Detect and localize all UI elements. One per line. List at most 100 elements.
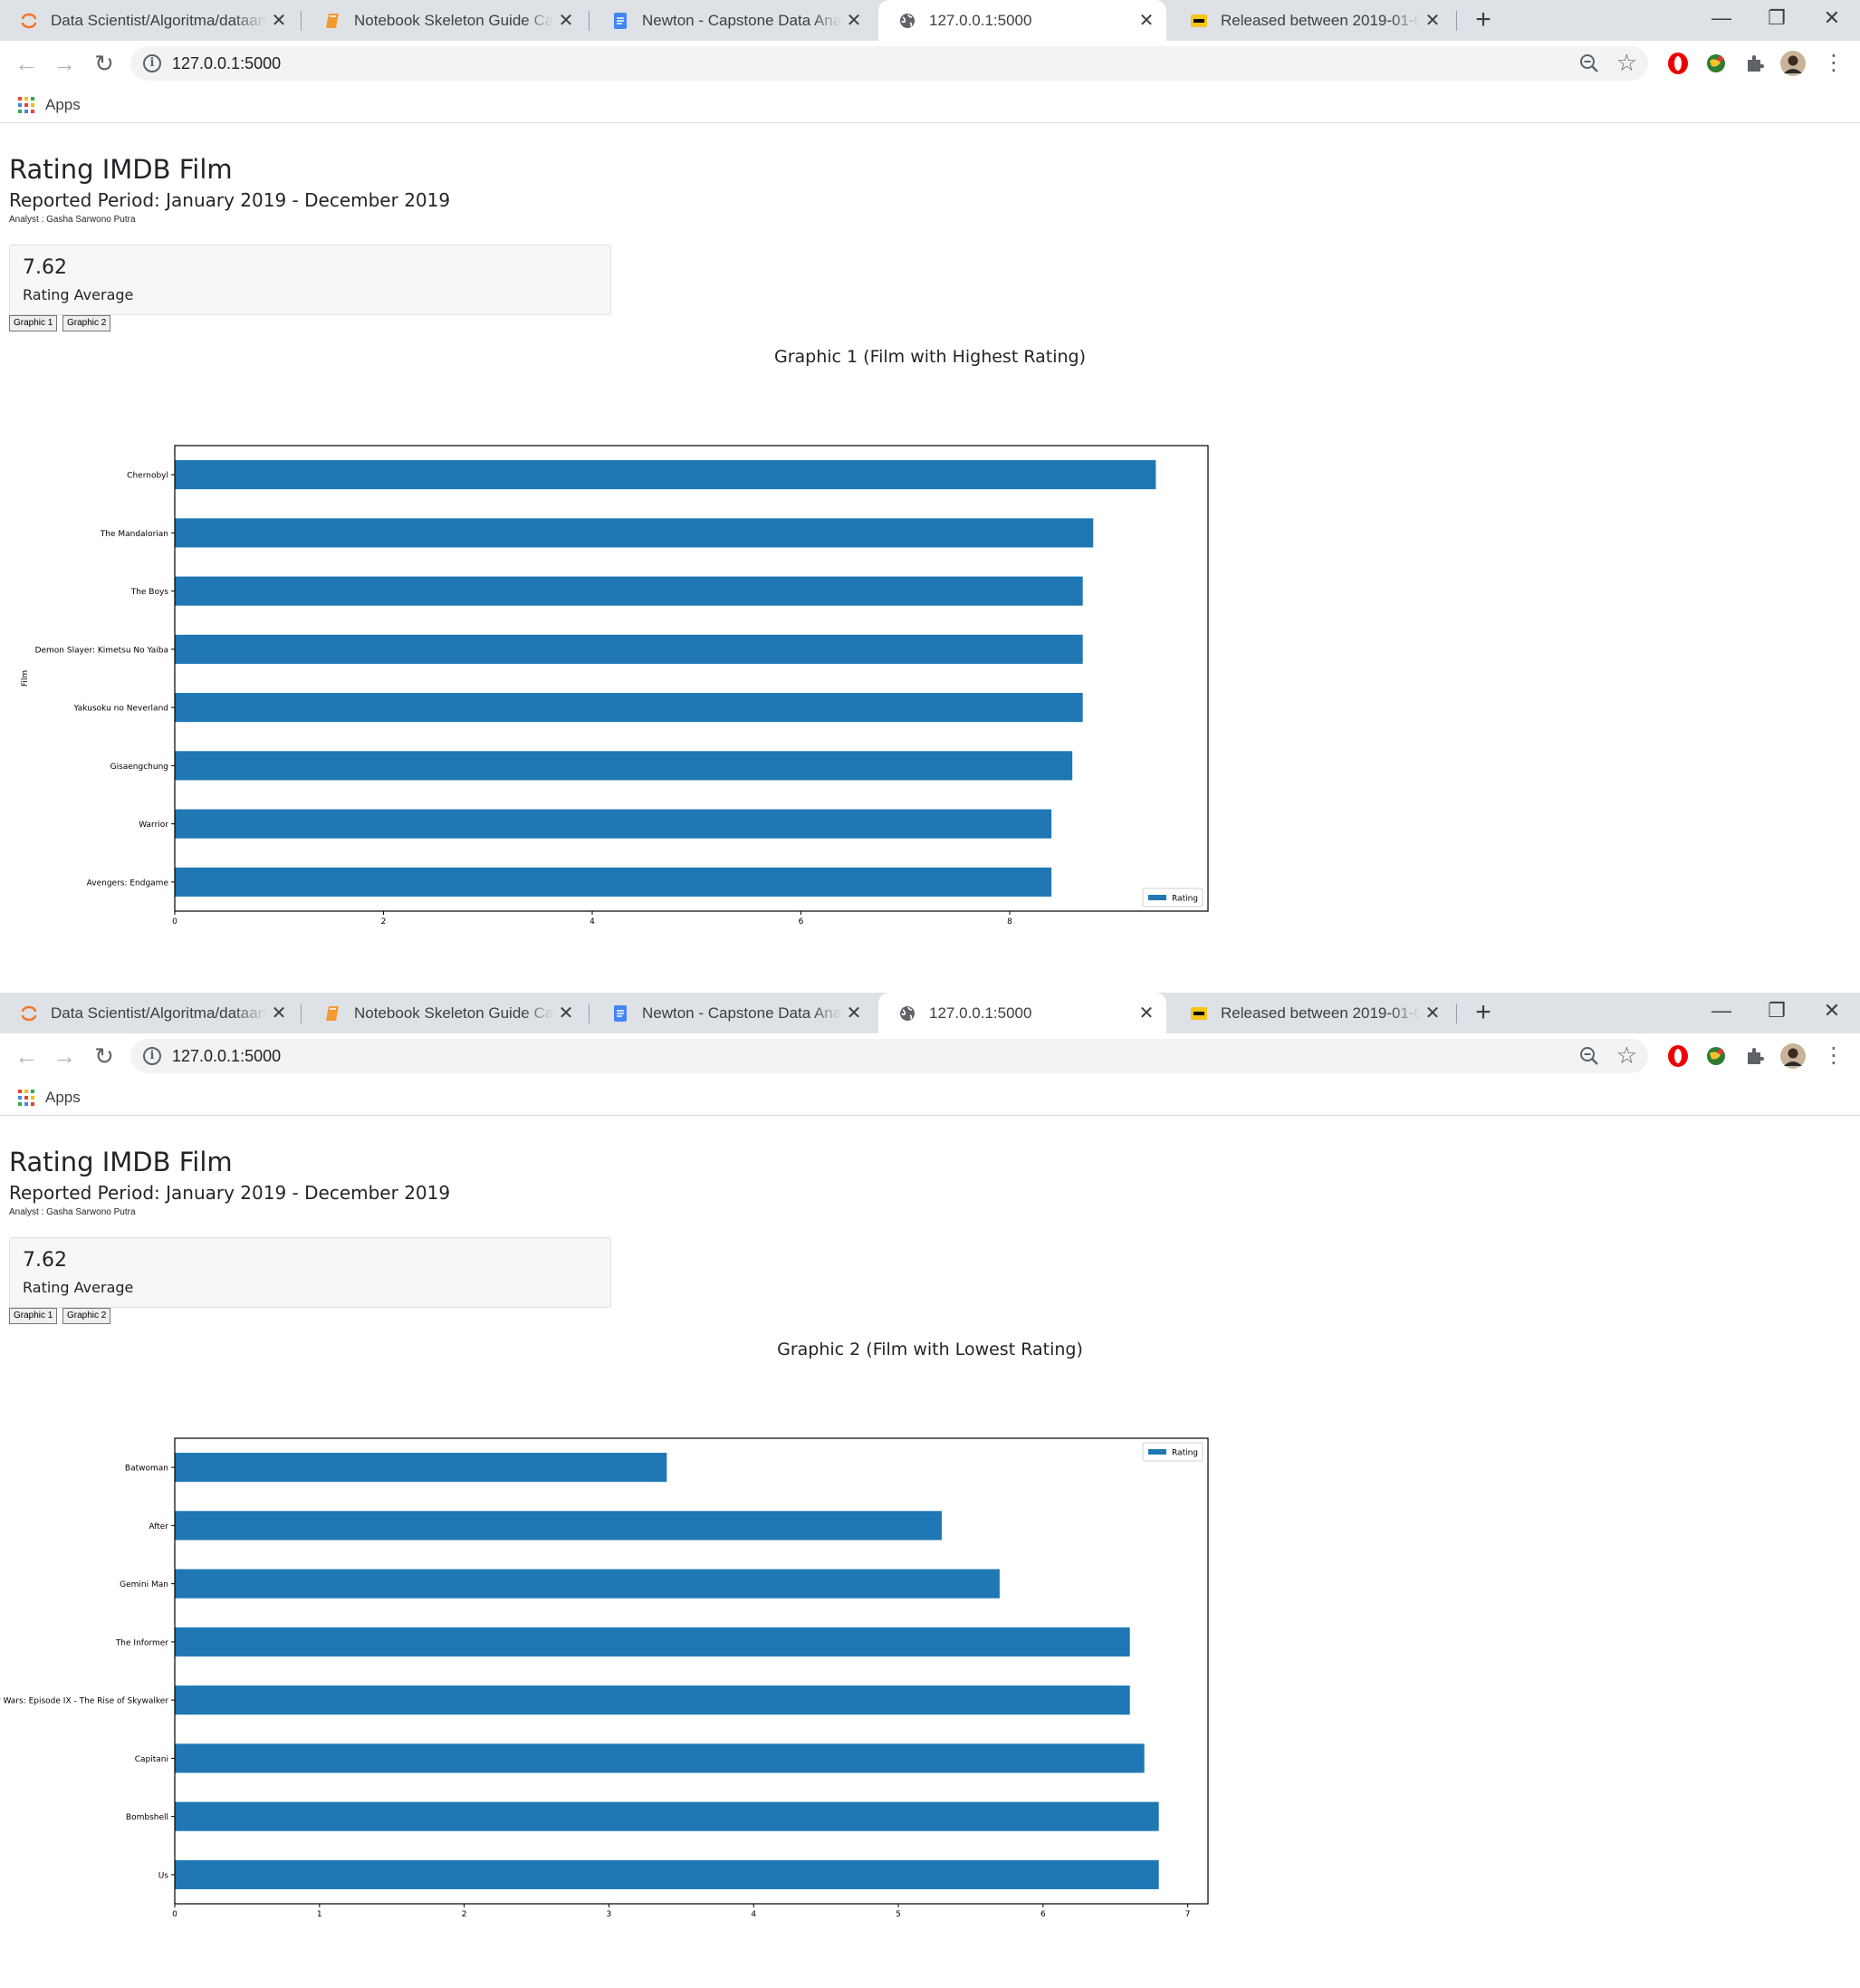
imdb-icon: [1190, 1004, 1208, 1023]
tab-title: Newton - Capstone Data Analytics: [642, 11, 841, 29]
window-close-button[interactable]: ✕: [1805, 0, 1859, 41]
tab-close-icon[interactable]: ✕: [1134, 9, 1159, 32]
jupyter-icon: [20, 1004, 38, 1023]
forward-icon[interactable]: →: [49, 48, 80, 79]
tab-close-icon[interactable]: ✕: [841, 9, 867, 32]
x-tick-label: 6: [1040, 1910, 1046, 1919]
apps-grid-icon[interactable]: [18, 1090, 34, 1106]
tab-jupyter[interactable]: Data Scientist/Algoritma/dataanalytics ✕: [0, 993, 299, 1033]
tab-title: Data Scientist/Algoritma/dataanalytics: [51, 1004, 266, 1022]
browser-toolbar: ← → ↻ i 127.0.0.1:5000 ☆ ⋮: [0, 41, 1860, 86]
jupyter-icon: [20, 12, 38, 30]
restore-button[interactable]: ❐: [1750, 0, 1804, 41]
bookmark-star-icon[interactable]: ☆: [1616, 49, 1637, 76]
x-tick-label: 8: [1007, 917, 1012, 927]
tab-strip: Data Scientist/Algoritma/dataanalytics ✕…: [0, 993, 1860, 1033]
back-icon[interactable]: ←: [11, 1041, 42, 1071]
address-bar[interactable]: i 127.0.0.1:5000 ☆: [130, 46, 1648, 81]
x-tick-label: 0: [172, 1910, 177, 1919]
tab-title: Released between 2019-01-01 and: [1221, 1004, 1420, 1022]
tab-imdb[interactable]: Released between 2019-01-01 and ✕: [1170, 993, 1453, 1033]
plot-frame: [174, 1437, 1209, 1905]
address-url[interactable]: 127.0.0.1:5000: [172, 1047, 281, 1066]
x-tick-label: 4: [590, 917, 595, 927]
x-tick-label: 2: [381, 917, 387, 927]
y-tick-label: Avengers: Endgame: [87, 879, 169, 888]
plot-frame: [174, 445, 1209, 912]
apps-bookmark[interactable]: Apps: [45, 1089, 81, 1107]
notebook-icon: [323, 12, 341, 30]
tab-imdb[interactable]: Released between 2019-01-01 and ✕: [1170, 0, 1453, 41]
notebook-icon: [323, 1004, 341, 1023]
globe-extension-icon[interactable]: [1703, 1043, 1729, 1069]
address-bar[interactable]: i 127.0.0.1:5000 ☆: [130, 1039, 1648, 1073]
minimize-button[interactable]: —: [1694, 993, 1749, 1033]
x-tick-label: 1: [317, 1910, 322, 1919]
tab-title: Data Scientist/Algoritma/dataanalytics: [51, 11, 266, 29]
tab-close-icon[interactable]: ✕: [1134, 1002, 1159, 1024]
tab-close-icon[interactable]: ✕: [841, 1002, 867, 1024]
y-tick-label: The Informer: [115, 1638, 168, 1647]
tab-close-icon[interactable]: ✕: [266, 9, 292, 32]
chart-bar: [175, 1743, 1145, 1773]
x-tick-label: 0: [172, 917, 177, 927]
site-info-icon[interactable]: i: [143, 54, 161, 72]
forward-icon[interactable]: →: [49, 1041, 80, 1071]
x-tick-label: 5: [896, 1910, 901, 1919]
browser-menu-icon[interactable]: ⋮: [1818, 1041, 1849, 1071]
zoom-icon[interactable]: [1577, 52, 1601, 75]
chart-bar: [175, 1801, 1159, 1831]
zoom-icon[interactable]: [1577, 1044, 1601, 1068]
new-tab-button[interactable]: +: [1467, 4, 1500, 36]
tab-localhost-active[interactable]: 127.0.0.1:5000 ✕: [878, 993, 1166, 1033]
tab-close-icon[interactable]: ✕: [553, 9, 579, 32]
minimize-button[interactable]: —: [1694, 0, 1749, 41]
chart-bar: [175, 1685, 1130, 1715]
legend-label: Rating: [1172, 1449, 1198, 1458]
y-tick-label: Demon Slayer: Kimetsu No Yaiba: [35, 646, 168, 655]
profile-avatar[interactable]: [1780, 1043, 1806, 1069]
tab-close-icon[interactable]: ✕: [1420, 9, 1445, 32]
tab-close-icon[interactable]: ✕: [266, 1002, 292, 1024]
chart-bar: [175, 809, 1052, 839]
extensions-puzzle-icon[interactable]: [1742, 51, 1768, 76]
tab-title: Notebook Skeleton Guide Capstone: [354, 1004, 553, 1022]
tab-google-docs[interactable]: Newton - Capstone Data Analytics ✕: [591, 993, 874, 1033]
opera-extension-icon[interactable]: [1665, 51, 1691, 76]
browser-menu-icon[interactable]: ⋮: [1818, 48, 1849, 79]
reload-icon[interactable]: ↻: [89, 1041, 120, 1071]
reload-icon[interactable]: ↻: [89, 48, 120, 79]
tab-jupyter[interactable]: Data Scientist/Algoritma/dataanalytics ✕: [0, 0, 299, 41]
tab-notebook[interactable]: Notebook Skeleton Guide Capstone ✕: [303, 0, 586, 41]
bookmark-star-icon[interactable]: ☆: [1616, 1042, 1637, 1069]
restore-button[interactable]: ❐: [1750, 993, 1804, 1033]
chart-bar: [175, 1627, 1130, 1657]
browser-window-graphic-2: Data Scientist/Algoritma/dataanalytics ✕…: [0, 993, 1860, 1985]
chart-bar: [175, 634, 1083, 664]
legend-swatch: [1148, 1449, 1166, 1455]
site-info-icon[interactable]: i: [143, 1047, 161, 1065]
new-tab-button[interactable]: +: [1467, 996, 1500, 1029]
window-close-button[interactable]: ✕: [1805, 993, 1859, 1033]
tab-google-docs[interactable]: Newton - Capstone Data Analytics ✕: [591, 0, 874, 41]
tab-close-icon[interactable]: ✕: [553, 1002, 579, 1024]
tab-close-icon[interactable]: ✕: [1420, 1002, 1445, 1024]
chart-bar: [175, 1859, 1159, 1889]
extensions-puzzle-icon[interactable]: [1742, 1043, 1768, 1069]
x-tick-label: 4: [751, 1910, 756, 1919]
tab-localhost-active[interactable]: 127.0.0.1:5000 ✕: [878, 0, 1166, 41]
profile-avatar[interactable]: [1780, 51, 1806, 76]
google-docs-icon: [611, 1004, 629, 1023]
apps-bookmark[interactable]: Apps: [45, 96, 81, 114]
tab-notebook[interactable]: Notebook Skeleton Guide Capstone ✕: [303, 993, 586, 1033]
x-tick-label: 6: [799, 917, 804, 927]
tab-title: Newton - Capstone Data Analytics: [642, 1004, 841, 1022]
back-icon[interactable]: ←: [11, 48, 42, 79]
opera-extension-icon[interactable]: [1665, 1043, 1691, 1069]
y-tick-label: Chernobyl: [127, 472, 168, 481]
address-url[interactable]: 127.0.0.1:5000: [172, 54, 281, 73]
y-tick-label: After: [149, 1522, 168, 1532]
chart-bar: [175, 693, 1083, 723]
globe-extension-icon[interactable]: [1703, 51, 1729, 76]
apps-grid-icon[interactable]: [18, 97, 34, 113]
